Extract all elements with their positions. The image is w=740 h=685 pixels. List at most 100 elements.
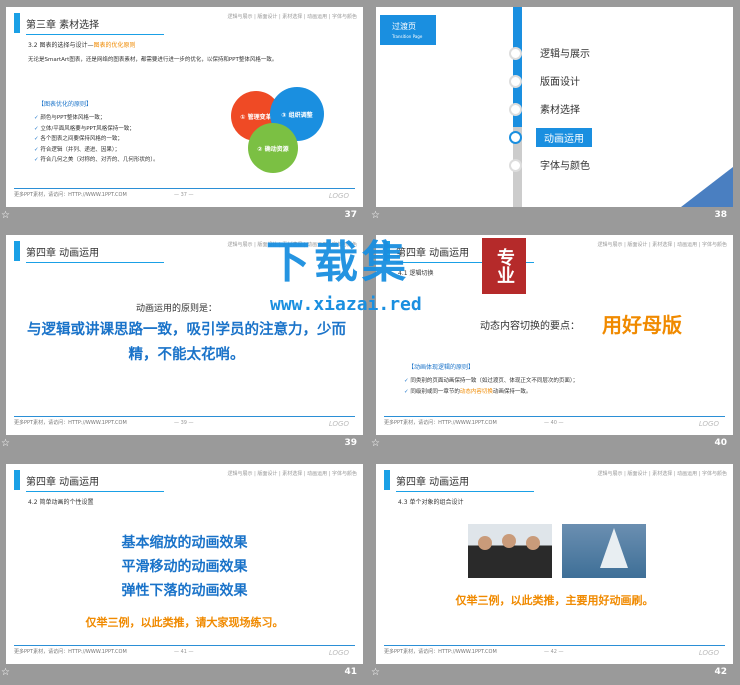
effect-line: 基本缩放的动画效果 <box>121 535 248 551</box>
header-underline <box>26 491 164 492</box>
top-nav-text: 逻辑与展示 | 版面设计 | 素材选择 | 动画运用 | 字体与颜色 <box>227 14 357 20</box>
footer-text: 更多PPT素材，请访问：HTTP://WWW.1PPT.COM <box>14 192 127 198</box>
footer-line <box>384 645 725 646</box>
slide-canvas: 第三章 素材选择 逻辑与展示 | 版面设计 | 素材选择 | 动画运用 | 字体… <box>6 7 363 207</box>
header-underline <box>396 491 534 492</box>
note-text: 仅举三例，以此类推，请大家现场练习。 <box>85 616 284 629</box>
footer-logo: LOGO <box>698 420 719 428</box>
corner-triangle <box>681 167 733 207</box>
star-icon[interactable]: ☆ <box>371 438 380 449</box>
list-item: 同类别的页面动画保持一致（如过渡页、体现正文不同层次的页面）； <box>404 376 578 387</box>
footer-text: 更多PPT素材，请访问：HTTP://WWW.1PPT.COM <box>384 649 497 655</box>
slide-thumb-37[interactable]: 第三章 素材选择 逻辑与展示 | 版面设计 | 素材选择 | 动画运用 | 字体… <box>0 0 363 222</box>
slide-canvas: 第四章 动画运用 逻辑与展示 | 版面设计 | 素材选择 | 动画运用 | 字体… <box>376 235 733 435</box>
main-text: 与逻辑或讲课思路一致，吸引学员的注意力，少而精，不能太花哨。 <box>27 322 346 363</box>
lead-text: 动态内容切换的要点： <box>480 321 580 332</box>
slide-thumb-40[interactable]: 第四章 动画运用 逻辑与展示 | 版面设计 | 素材选择 | 动画运用 | 字体… <box>370 228 733 450</box>
timeline-dot <box>509 159 522 172</box>
footer-line <box>14 188 355 189</box>
transition-title: 过渡页 <box>392 22 416 31</box>
slide-number: 42 <box>714 667 727 677</box>
sail-shape <box>600 528 628 568</box>
slide-thumb-38[interactable]: 过渡页 Transition Page 逻辑与展示 版面设计 素材选择 动画运用… <box>370 0 733 222</box>
footer-text: 更多PPT素材，请访问：HTTP://WWW.1PPT.COM <box>14 420 127 426</box>
note-text: 仅举三例，以此类推，主要用好动画刷。 <box>455 594 654 607</box>
timeline-dot <box>509 75 522 88</box>
subtitle: 3.2 图表的选择与设计—图表的优化原则 <box>28 42 136 49</box>
chapter-title: 第四章 动画运用 <box>26 248 100 259</box>
slide-number: 37 <box>344 210 357 220</box>
footer-page: — 40 — <box>544 420 564 426</box>
slide-canvas: 第四章 动画运用 逻辑与展示 | 版面设计 | 素材选择 | 动画运用 | 字体… <box>6 464 363 664</box>
star-icon[interactable]: ☆ <box>371 667 380 678</box>
footer-page: — 42 — <box>544 649 564 655</box>
footer-logo: LOGO <box>328 420 349 428</box>
photo-windsurfer <box>562 524 646 578</box>
footer-logo: LOGO <box>328 192 349 200</box>
effect-line: 平滑移动的动画效果 <box>121 559 248 575</box>
chapter-title: 第四章 动画运用 <box>396 477 470 488</box>
footer-logo: LOGO <box>328 649 349 657</box>
lead-text: 动画运用的原则是： <box>136 304 218 314</box>
footer-text: 更多PPT素材，请访问：HTTP://WWW.1PPT.COM <box>384 420 497 426</box>
footer-page: — 41 — <box>174 649 194 655</box>
intro-text: 无论是SmartArt图表，还是网络的图表素材，都需要进行进一步的优化，以保持和… <box>28 57 278 63</box>
chapter-title: 第三章 素材选择 <box>26 20 100 31</box>
effect-line: 弹性下落的动画效果 <box>121 583 248 599</box>
list-item: 颜色与PPT整体风格一致； <box>34 113 159 124</box>
header-underline <box>26 262 164 263</box>
star-icon[interactable]: ☆ <box>1 438 10 449</box>
person-silhouette <box>502 534 516 548</box>
nav-item: 素材选择 <box>540 105 580 116</box>
footer-line <box>384 416 725 417</box>
slide-thumb-42[interactable]: 第四章 动画运用 逻辑与展示 | 版面设计 | 素材选择 | 动画运用 | 字体… <box>370 457 733 679</box>
footer-page: — 37 — <box>174 192 194 198</box>
list-item: 立体/平面风格要与PPT风格保持一致； <box>34 124 159 135</box>
slide-number: 38 <box>714 210 727 220</box>
header-accent <box>14 13 20 33</box>
list-item: 符合逻辑（并列、递进、因果）； <box>34 145 159 156</box>
top-nav-text: 逻辑与展示 | 版面设计 | 素材选择 | 动画运用 | 字体与颜色 <box>227 471 357 477</box>
footer-page: — 39 — <box>174 420 194 426</box>
timeline-dot-active <box>509 131 522 144</box>
timeline-dot <box>509 103 522 116</box>
header-accent <box>384 470 390 490</box>
list-item: 同级别或同一章节的动态内容切换动画保持一致。 <box>404 387 578 398</box>
circle-green: ② 确动资源 <box>248 123 298 173</box>
nav-item: 逻辑与展示 <box>540 49 590 60</box>
principles-title: 【动画体现逻辑的原则】 <box>408 364 475 371</box>
header-accent <box>14 470 20 490</box>
star-icon[interactable]: ☆ <box>1 210 10 221</box>
principles-title: 【图表优化的原则】 <box>38 101 93 108</box>
slide-canvas: 第四章 动画运用 逻辑与展示 | 版面设计 | 素材选择 | 动画运用 | 字体… <box>376 464 733 664</box>
principles-list: 同类别的页面动画保持一致（如过渡页、体现正文不同层次的页面）； 同级别或同一章节… <box>404 376 578 397</box>
header-accent <box>14 241 20 261</box>
highlight-text: 用好母版 <box>602 313 682 337</box>
watermark-title: 下载集 <box>266 237 410 288</box>
slide-number: 41 <box>344 667 357 677</box>
nav-item: 字体与颜色 <box>540 161 590 172</box>
nav-item: 版面设计 <box>540 77 580 88</box>
footer-text: 更多PPT素材，请访问：HTTP://WWW.1PPT.COM <box>14 649 127 655</box>
subtitle: 4.3 单个对象的组合设计 <box>398 499 464 506</box>
photo-business-people <box>468 524 552 578</box>
principles-list: 颜色与PPT整体风格一致； 立体/平面风格要与PPT风格保持一致； 各个图表之间… <box>34 113 159 166</box>
slide-number: 40 <box>714 438 727 448</box>
footer-line <box>14 416 355 417</box>
slide-thumb-41[interactable]: 第四章 动画运用 逻辑与展示 | 版面设计 | 素材选择 | 动画运用 | 字体… <box>0 457 363 679</box>
watermark-seal: 专业 <box>482 238 526 294</box>
person-silhouette <box>478 536 492 550</box>
footer-logo: LOGO <box>698 649 719 657</box>
star-icon[interactable]: ☆ <box>1 667 10 678</box>
transition-subtitle: Transition Page <box>392 34 423 39</box>
chapter-title: 第四章 动画运用 <box>26 477 100 488</box>
subtitle: 4.2 简单动画的个性设置 <box>28 499 94 506</box>
list-item: 各个图表之间要保持风格的一致； <box>34 134 159 145</box>
star-icon[interactable]: ☆ <box>371 210 380 221</box>
top-nav-text: 逻辑与展示 | 版面设计 | 素材选择 | 动画运用 | 字体与颜色 <box>597 471 727 477</box>
list-item: 符合几何之美（对称的、对齐的、几何形状的）。 <box>34 155 158 166</box>
slide-number: 39 <box>344 438 357 448</box>
person-silhouette <box>526 536 540 550</box>
header-underline <box>26 34 164 35</box>
watermark-url: www.xiazai.red <box>270 294 422 315</box>
